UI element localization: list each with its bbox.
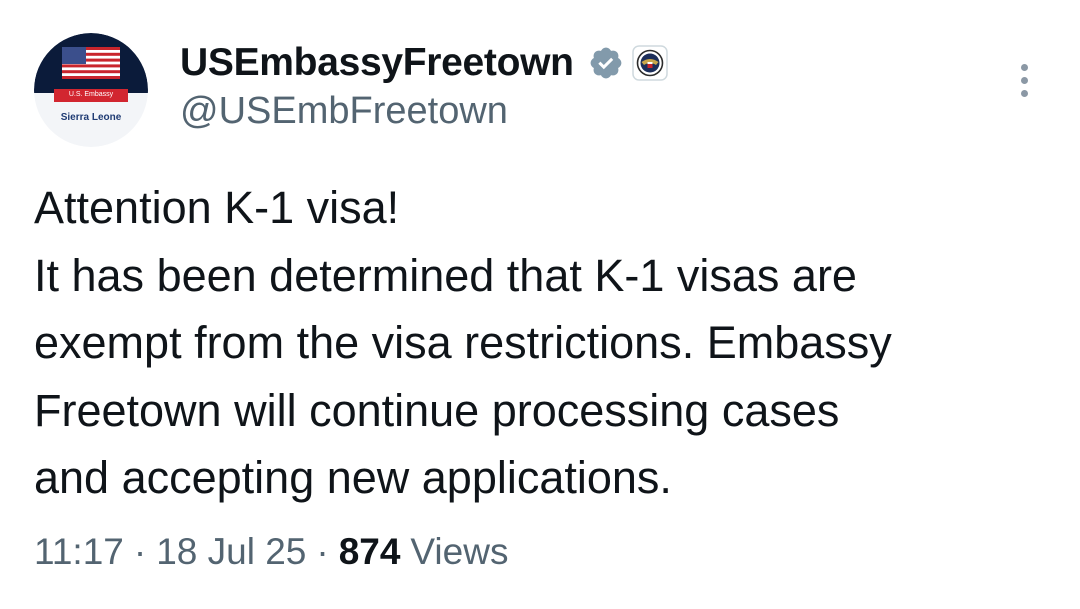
tweet-text-line: Attention K-1 visa!: [34, 182, 400, 233]
author-display-name[interactable]: USEmbassyFreetown: [180, 41, 574, 85]
tweet-text-line: It has been determined that K-1 visas ar…: [34, 249, 857, 301]
avatar-banner-text: U.S. Embassy: [68, 91, 114, 98]
avatar-caption: Sierra Leone: [60, 112, 122, 123]
tweet-text-line: Freetown will continue processing cases: [34, 384, 840, 436]
avatar[interactable]: U.S. Embassy Sierra Leone: [34, 33, 148, 147]
tweet-time[interactable]: 11:17: [34, 531, 124, 573]
author-handle[interactable]: @USEmbFreetown: [180, 90, 508, 133]
meta-separator: ·: [316, 531, 329, 572]
us-flag-icon: [62, 47, 120, 79]
meta-separator: ·: [133, 531, 147, 572]
more-options-dot: [1020, 76, 1028, 84]
tweet-text: Attention K-1 visa! It has been determin…: [34, 174, 1054, 512]
tweet-text-line: exempt from the visa restrictions. Embas…: [34, 317, 892, 368]
more-options-icon[interactable]: [1006, 56, 1042, 104]
more-options-dot: [1020, 89, 1028, 97]
views-count[interactable]: 874: [339, 531, 401, 573]
tweet-text-line: and accepting new applications.: [34, 452, 672, 503]
tweet-meta: 11:17 · 18 Jul 25 · 874 Views: [34, 527, 508, 577]
more-options-dot: [1020, 63, 1028, 71]
author-name-row: USEmbassyFreetown: [180, 38, 668, 88]
state-department-seal-icon[interactable]: [631, 45, 668, 81]
avatar-image: [34, 33, 148, 147]
tweet-date[interactable]: 18 Jul 25: [156, 531, 306, 573]
verified-badge-icon: [588, 45, 624, 81]
views-label: Views: [410, 531, 509, 572]
